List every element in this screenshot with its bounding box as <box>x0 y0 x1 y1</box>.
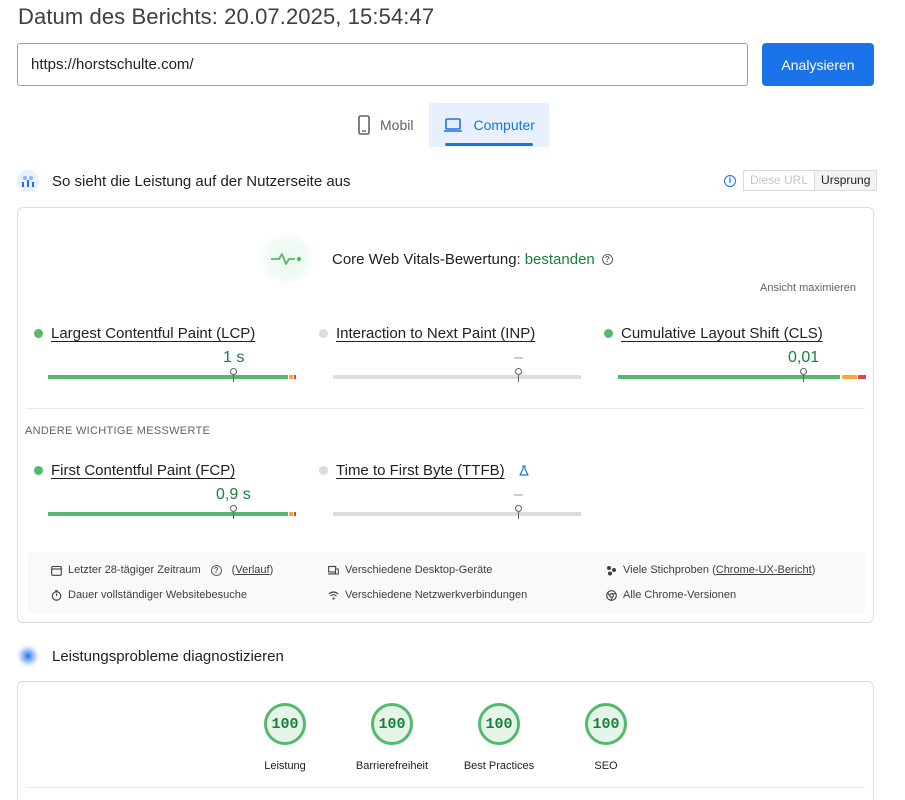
metric-lcp-marker <box>230 368 237 382</box>
pulse-icon <box>258 233 316 285</box>
samples-prefix: Viele Stichproben ( <box>623 564 716 576</box>
metric-inp-marker <box>515 368 522 382</box>
smartphone-icon <box>358 115 370 135</box>
score-accessibility-gauge: 100 <box>371 703 413 745</box>
status-no-data-icon <box>319 466 328 475</box>
cwv-status: bestanden <box>524 250 595 268</box>
info-duration: Dauer vollständiger Websitebesuche <box>51 589 247 601</box>
score-accessibility[interactable]: 100 Barrierefreiheit <box>332 703 452 772</box>
chrome-icon <box>606 589 617 601</box>
info-chrome-text: Alle Chrome-Versionen <box>623 589 737 601</box>
metric-cls-name[interactable]: Cumulative Layout Shift (CLS) <box>621 325 823 342</box>
info-devices: Verschiedene Desktop-Geräte <box>328 564 492 576</box>
samples-icon <box>607 565 616 575</box>
metric-inp-distribution-bar <box>333 375 581 379</box>
calendar-icon <box>51 565 62 576</box>
report-date: Datum des Berichts: 20.07.2025, 15:54:47 <box>18 4 435 29</box>
toggle-this-url[interactable]: Diese URL <box>743 170 816 191</box>
chrome-ux-report-link[interactable]: Chrome-UX-Bericht <box>716 564 812 576</box>
metric-ttfb: Time to First Byte (TTFB) – <box>319 462 581 519</box>
metric-fcp-value: 0,9 s <box>216 486 251 503</box>
metric-ttfb-value: – <box>514 486 523 503</box>
score-seo-label: SEO <box>594 760 618 772</box>
info-period-text: Letzter 28-tägiger Zeitraum <box>68 564 201 576</box>
tab-desktop-label: Computer <box>473 117 535 133</box>
score-performance[interactable]: 100 Leistung <box>225 703 345 772</box>
metric-inp-name[interactable]: Interaction to Next Paint (INP) <box>336 325 535 342</box>
metric-lcp: Largest Contentful Paint (LCP) 1 s <box>34 325 296 382</box>
metric-ttfb-marker <box>515 505 522 519</box>
help-icon[interactable]: ? <box>210 564 222 576</box>
divider <box>26 787 865 788</box>
samples-suffix: ) <box>811 564 816 576</box>
device-tabs: Mobil Computer <box>344 103 549 147</box>
lab-data-header: Leistungsprobleme diagnostizieren <box>17 645 284 667</box>
other-metrics-label: ANDERE WICHTIGE MESSWERTE <box>25 425 211 437</box>
devices-icon <box>328 565 339 575</box>
experimental-flask-icon <box>519 465 529 476</box>
score-accessibility-label: Barrierefreiheit <box>355 760 429 772</box>
metric-lcp-value: 1 s <box>223 349 245 366</box>
cwv-assessment: Core Web Vitals-Bewertung: bestanden ? <box>258 233 613 285</box>
metric-fcp-marker <box>230 505 237 519</box>
info-samples: Viele Stichproben (Chrome-UX-Bericht) <box>606 564 815 576</box>
score-best-practices-gauge: 100 <box>478 703 520 745</box>
metric-fcp-distribution-bar <box>48 512 296 516</box>
status-no-data-icon <box>319 329 328 338</box>
url-origin-toggle: i Diese URL Ursprung <box>724 170 878 191</box>
metric-cls-distribution-bar <box>618 375 866 379</box>
metric-lcp-name[interactable]: Largest Contentful Paint (LCP) <box>51 325 255 342</box>
metric-lcp-distribution-bar <box>48 375 296 379</box>
metric-cls-marker <box>800 368 807 382</box>
field-data-header: So sieht die Leistung auf der Nutzerseit… <box>17 170 351 192</box>
metric-fcp: First Contentful Paint (FCP) 0,9 s <box>34 462 296 519</box>
info-duration-text: Dauer vollständiger Websitebesuche <box>68 589 247 601</box>
toggle-origin[interactable]: Ursprung <box>815 170 878 191</box>
status-good-icon <box>34 329 43 338</box>
divider <box>26 408 865 409</box>
metric-ttfb-name[interactable]: Time to First Byte (TTFB) <box>336 462 505 479</box>
history-link[interactable]: Verlauf <box>235 564 269 576</box>
users-data-icon <box>17 170 39 192</box>
info-network-text: Verschiedene Netzwerkverbindungen <box>345 589 528 601</box>
lab-data-title: Leistungsprobleme diagnostizieren <box>52 647 284 665</box>
score-performance-label: Leistung <box>264 760 306 772</box>
metric-ttfb-distribution-bar <box>333 512 581 516</box>
help-icon[interactable]: ? <box>601 253 613 265</box>
url-input[interactable] <box>17 43 748 86</box>
info-devices-text: Verschiedene Desktop-Geräte <box>345 564 493 576</box>
tab-mobile-label: Mobil <box>380 117 414 133</box>
info-chrome: Alle Chrome-Versionen <box>606 589 736 601</box>
metric-inp-value: – <box>514 349 523 366</box>
field-data-title: So sieht die Leistung auf der Nutzerseit… <box>52 172 351 190</box>
status-good-icon <box>604 329 613 338</box>
score-performance-gauge: 100 <box>264 703 306 745</box>
metric-cls: Cumulative Layout Shift (CLS) 0,01 <box>604 325 866 382</box>
tab-mobile[interactable]: Mobil <box>344 103 427 147</box>
laptop-icon <box>444 118 463 132</box>
wifi-icon <box>328 590 339 600</box>
tab-desktop[interactable]: Computer <box>429 103 549 147</box>
history-link-wrap: (Verlauf) <box>231 564 274 576</box>
analyze-button[interactable]: Analysieren <box>762 43 874 86</box>
score-seo[interactable]: 100 SEO <box>546 703 666 772</box>
expand-view-link[interactable]: Ansicht maximieren <box>760 282 856 294</box>
lighthouse-icon <box>17 645 39 667</box>
data-info-panel: Letzter 28-tägiger Zeitraum ? (Verlauf) … <box>28 553 865 613</box>
status-good-icon <box>34 466 43 475</box>
score-seo-gauge: 100 <box>585 703 627 745</box>
metric-inp: Interaction to Next Paint (INP) – <box>319 325 581 382</box>
info-network: Verschiedene Netzwerkverbindungen <box>328 589 527 601</box>
metric-fcp-name[interactable]: First Contentful Paint (FCP) <box>51 462 235 479</box>
score-best-practices[interactable]: 100 Best Practices <box>439 703 559 772</box>
info-period: Letzter 28-tägiger Zeitraum ? (Verlauf) <box>51 564 273 576</box>
metric-cls-value: 0,01 <box>788 349 820 366</box>
score-best-practices-label: Best Practices <box>463 760 535 772</box>
info-samples-text: Viele Stichproben (Chrome-UX-Bericht) <box>623 564 815 576</box>
info-icon[interactable]: i <box>724 174 736 187</box>
cwv-label: Core Web Vitals-Bewertung: <box>332 250 521 268</box>
timer-icon <box>51 589 62 601</box>
